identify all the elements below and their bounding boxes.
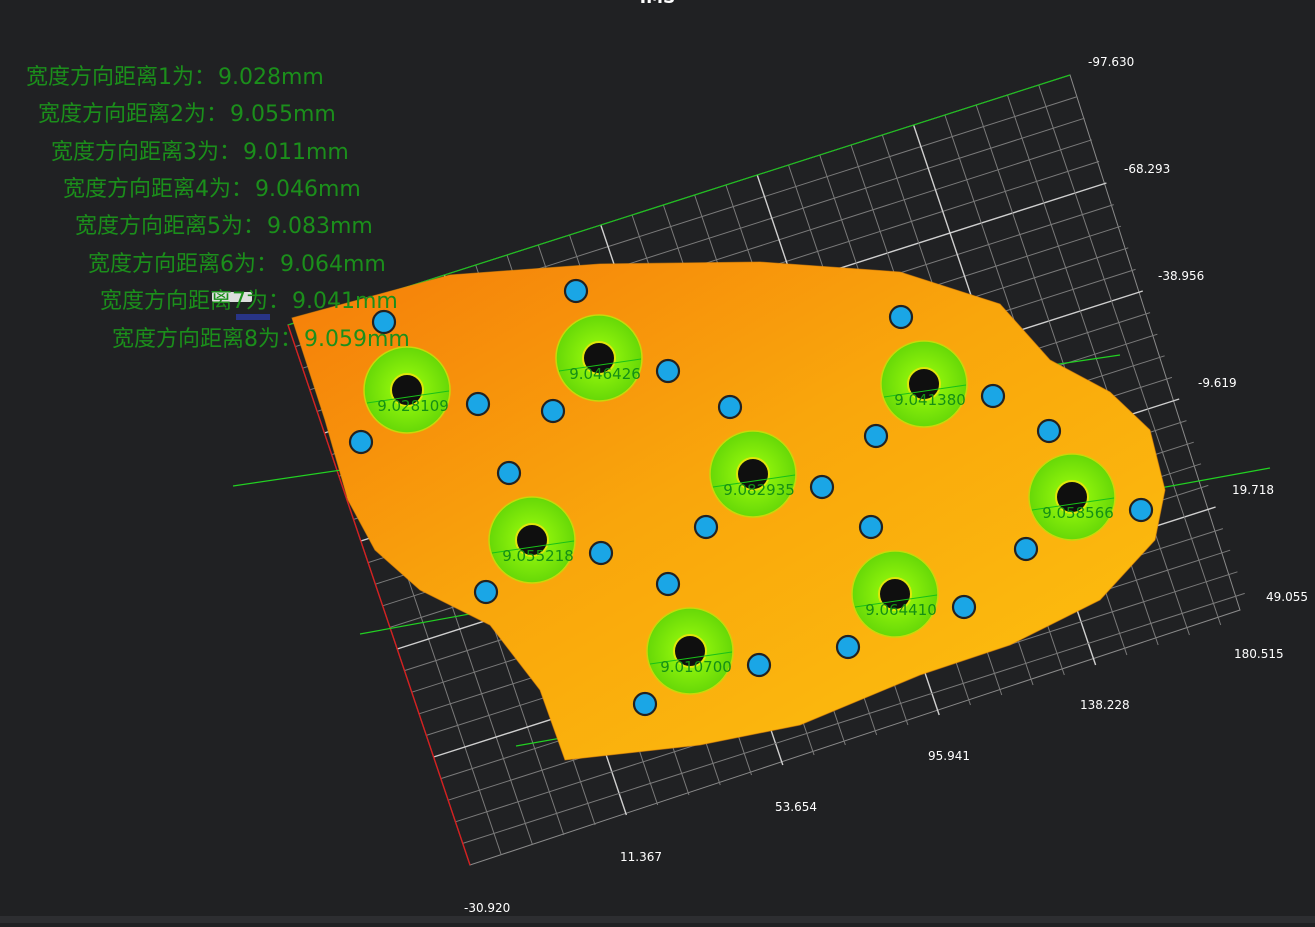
ring-diameter-label: 9.058566 — [1042, 504, 1114, 522]
ring-feature: 9.055218 — [488, 496, 576, 584]
measurement-5-label: 宽度方向距离5为： — [75, 214, 265, 239]
measurement-8: 宽度方向距离8为：9.059mm — [112, 321, 410, 353]
ring-feature: 9.082935 — [709, 430, 797, 518]
ring-diameter-label: 9.082935 — [723, 481, 795, 499]
measurement-1-value: 9.028mm — [218, 65, 324, 90]
hole — [348, 429, 374, 455]
hole — [951, 594, 977, 620]
hole — [632, 691, 658, 717]
measurement-3-label: 宽度方向距离3为： — [51, 140, 241, 165]
hole — [858, 514, 884, 540]
measurement-7-label: 宽度方向距离7为： — [100, 289, 290, 314]
ring-diameter-label: 9.028109 — [377, 397, 449, 415]
tick-right-0: -97.630 — [1088, 55, 1134, 69]
measurement-4-value: 9.046mm — [255, 177, 361, 202]
tick-bottom-1: 11.367 — [620, 850, 662, 864]
measurement-4-label: 宽度方向距离4为： — [63, 177, 253, 202]
ring-diameter-label: 9.041380 — [894, 391, 966, 409]
measurement-5: 宽度方向距离5为：9.083mm — [75, 208, 373, 240]
viewer-title: IMS — [0, 0, 1315, 8]
ring-feature: 9.028109 — [363, 346, 451, 434]
hole — [540, 398, 566, 424]
ring-diameter-label: 9.010700 — [660, 658, 732, 676]
measurement-1: 宽度方向距离1为：9.028mm — [26, 59, 324, 91]
tick-bottom-4: 138.228 — [1080, 698, 1130, 712]
tick-bottom-0: -30.920 — [464, 901, 510, 915]
measurement-7-value: 9.041mm — [292, 289, 398, 314]
tick-right-5: 49.055 — [1266, 590, 1308, 604]
3d-point-cloud-viewport[interactable]: 9.028109 9.046426 9.041380 9.082935 9.058566… — [0, 0, 1315, 923]
ring-feature: 9.064410 — [851, 550, 939, 638]
ring-diameter-label: 9.046426 — [569, 365, 641, 383]
hole — [588, 540, 614, 566]
measurement-8-label: 宽度方向距离8为： — [112, 327, 302, 352]
hole — [693, 514, 719, 540]
ring-feature: 9.010700 — [646, 607, 734, 695]
tick-right-3: -9.619 — [1198, 376, 1237, 390]
measurement-2-value: 9.055mm — [230, 102, 336, 127]
measurement-3: 宽度方向距离3为：9.011mm — [51, 134, 349, 166]
ring-diameter-label: 9.055218 — [502, 547, 574, 565]
bottom-status-bar — [0, 916, 1315, 923]
hole — [1036, 418, 1062, 444]
hole — [746, 652, 772, 678]
measurement-2: 宽度方向距离2为：9.055mm — [38, 96, 336, 128]
hole — [465, 391, 491, 417]
hole — [1013, 536, 1039, 562]
tick-bottom-3: 95.941 — [928, 749, 970, 763]
hole — [655, 358, 681, 384]
hole — [863, 423, 889, 449]
measurement-7: 宽度方向距离7为：9.041mm — [100, 283, 398, 315]
tick-right-4: 19.718 — [1232, 483, 1274, 497]
tick-bottom-5: 180.515 — [1234, 647, 1284, 661]
measurement-3-value: 9.011mm — [243, 140, 349, 165]
hole — [655, 571, 681, 597]
hole — [809, 474, 835, 500]
hole — [717, 394, 743, 420]
measurement-4: 宽度方向距离4为：9.046mm — [63, 171, 361, 203]
ring-feature: 9.041380 — [880, 340, 968, 428]
hole — [496, 460, 522, 486]
hole — [1128, 497, 1154, 523]
ring-diameter-label: 9.064410 — [865, 601, 937, 619]
measurement-5-value: 9.083mm — [267, 214, 373, 239]
measurement-8-value: 9.059mm — [304, 327, 410, 352]
ring-feature: 9.046426 — [555, 314, 643, 402]
hole — [473, 579, 499, 605]
measurement-2-label: 宽度方向距离2为： — [38, 102, 228, 127]
hole — [980, 383, 1006, 409]
measurement-6: 宽度方向距离6为：9.064mm — [88, 246, 386, 278]
tick-bottom-2: 53.654 — [775, 800, 817, 814]
hole — [835, 634, 861, 660]
tick-right-2: -38.956 — [1158, 269, 1204, 283]
hole — [563, 278, 589, 304]
measurement-6-label: 宽度方向距离6为： — [88, 252, 278, 277]
measurement-1-label: 宽度方向距离1为： — [26, 65, 216, 90]
hole — [888, 304, 914, 330]
tick-right-1: -68.293 — [1124, 162, 1170, 176]
ring-feature: 9.058566 — [1028, 453, 1116, 541]
measurement-6-value: 9.064mm — [280, 252, 386, 277]
